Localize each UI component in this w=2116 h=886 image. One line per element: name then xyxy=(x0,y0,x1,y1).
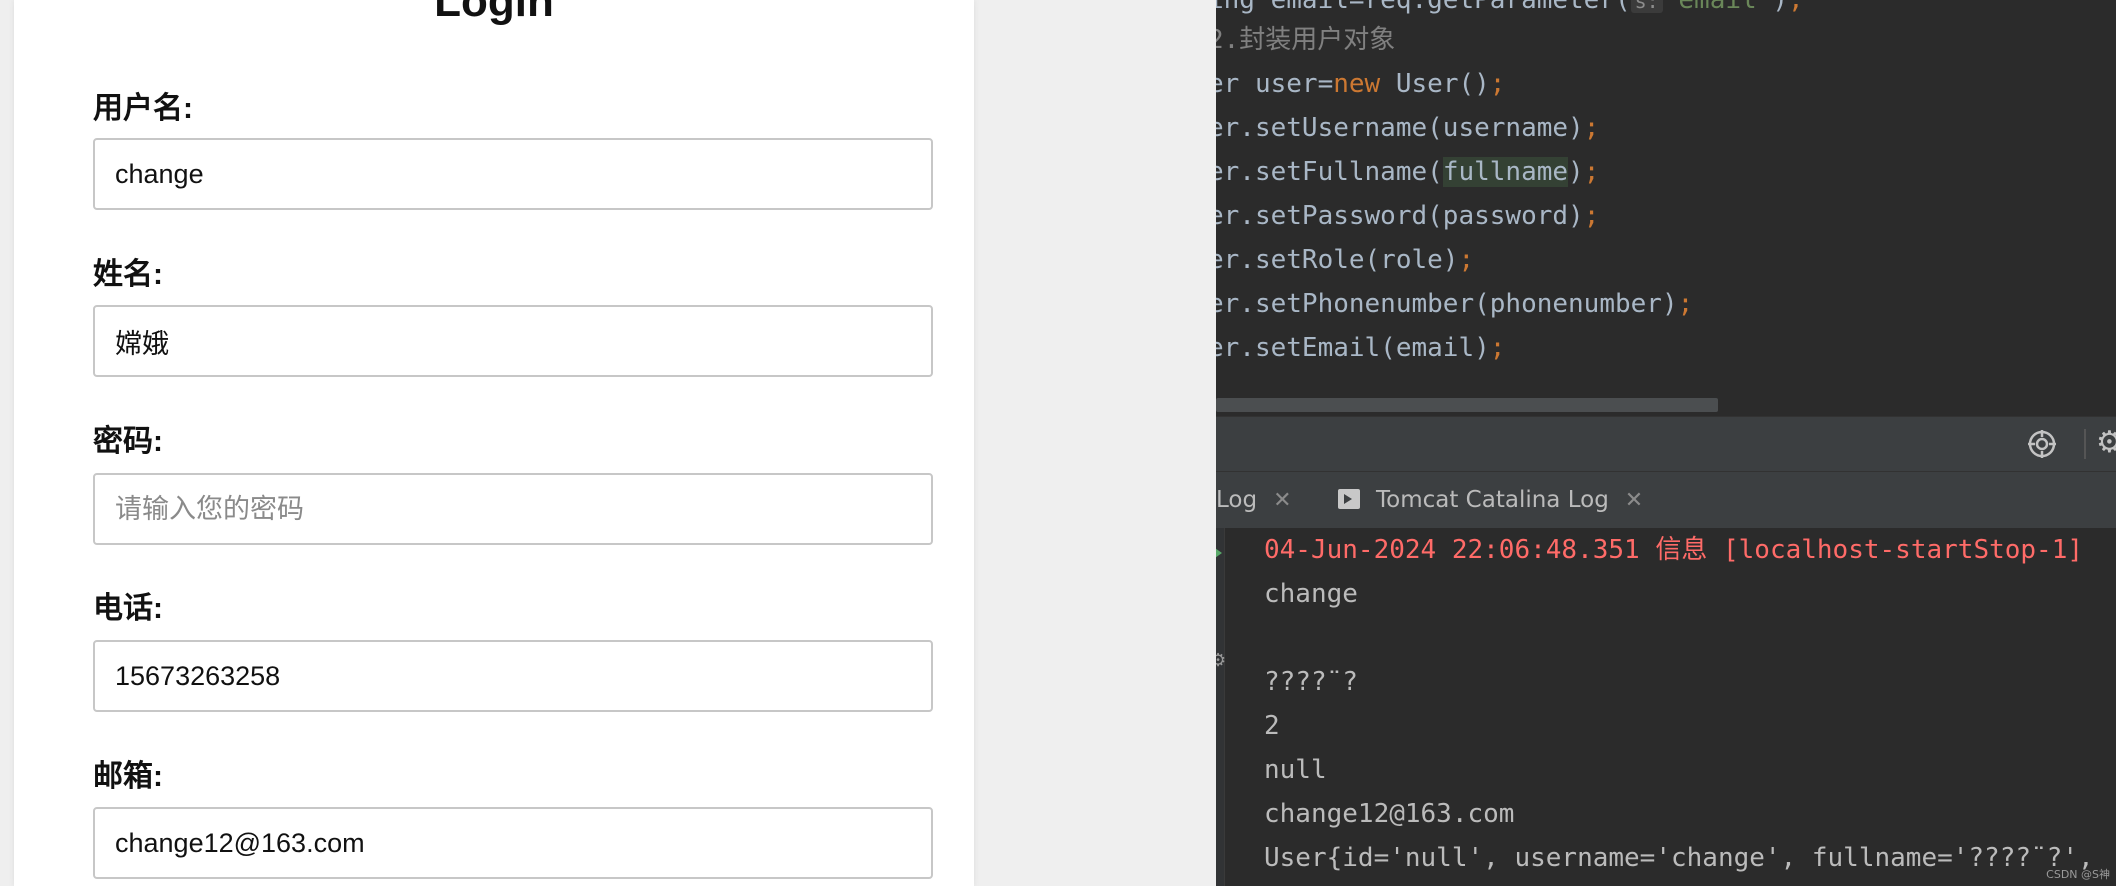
param-hint: s: xyxy=(1630,0,1663,13)
tab-tomcat-catalina-log[interactable]: Tomcat Catalina Log ✕ xyxy=(1338,472,1643,528)
console-line: change12@163.com xyxy=(1264,799,1515,829)
watermark: CSDN @S神 xyxy=(2046,868,2110,881)
login-form: Login 用户名: 姓名: 密码: 电话: 邮箱: xyxy=(14,0,974,886)
browser-background: Login 用户名: 姓名: 密码: 电话: 邮箱: xyxy=(0,0,1216,886)
console-line: change xyxy=(1264,579,1358,609)
username-label: 用户名: xyxy=(93,92,193,125)
console-icon xyxy=(1338,488,1360,509)
close-icon[interactable]: ✕ xyxy=(1273,488,1291,513)
code-text: er.setUsername(username) xyxy=(1216,113,1584,143)
toolbar-divider xyxy=(2084,429,2086,459)
semicolon: ; xyxy=(1458,245,1475,275)
log-tab-bar: Log ✕ Tomcat Catalina Log ✕ xyxy=(1216,472,2116,529)
gear-icon[interactable]: ⚙ xyxy=(2096,427,2116,459)
code-line: er user=new User(); xyxy=(1216,64,1505,104)
semicolon: ; xyxy=(1583,157,1600,187)
console-line: ????¨? xyxy=(1264,667,1358,697)
semicolon: ; xyxy=(1787,0,1804,15)
code-text: er.setEmail(email) xyxy=(1216,333,1490,363)
semicolon: ; xyxy=(1583,201,1600,231)
password-input[interactable] xyxy=(93,473,933,545)
code-text: er.setRole(role) xyxy=(1216,245,1459,275)
code-editor[interactable]: ing email=req.getParameter(s: "email"); 2… xyxy=(1216,0,2116,414)
keyword: new xyxy=(1333,69,1381,99)
code-text: er user= xyxy=(1216,69,1334,99)
code-text: User() xyxy=(1380,69,1490,99)
code-line: er.setPassword(password); xyxy=(1216,196,1599,236)
username-input[interactable] xyxy=(93,138,933,210)
code-text: ) xyxy=(1568,157,1584,187)
code-text: er.setFullname( xyxy=(1216,157,1443,187)
code-line: er.setUsername(username); xyxy=(1216,108,1599,148)
run-icon[interactable] xyxy=(1216,546,1222,560)
phone-input[interactable] xyxy=(93,640,933,712)
code-text: er.setPassword(password) xyxy=(1216,201,1584,231)
code-text: er.setPhonenumber(phonenumber) xyxy=(1216,289,1678,319)
console-output[interactable]: ⚙ 04-Jun-2024 22:06:48.351 信息 [localhost… xyxy=(1216,528,2116,886)
tab-label: Log xyxy=(1216,487,1258,513)
semicolon: ; xyxy=(1489,69,1506,99)
code-text: ing email=req.getParameter( xyxy=(1216,0,1631,15)
code-line: ing email=req.getParameter(s: "email"); xyxy=(1216,0,1804,20)
ide-window: ing email=req.getParameter(s: "email"); 2… xyxy=(1216,0,2116,886)
console-gutter xyxy=(1216,528,1225,886)
code-line: er.setEmail(email); xyxy=(1216,328,1505,368)
console-line: null xyxy=(1264,755,1327,785)
close-icon[interactable]: ✕ xyxy=(1625,488,1643,513)
wrench-icon[interactable]: ⚙ xyxy=(1216,650,1226,671)
code-line: er.setFullname(fullname); xyxy=(1216,152,1599,192)
target-icon[interactable] xyxy=(2027,429,2057,459)
console-line: User{id='null', username='change', fulln… xyxy=(1264,843,2094,873)
semicolon: ; xyxy=(1677,289,1694,319)
console-line: 04-Jun-2024 22:06:48.351 信息 [localhost-s… xyxy=(1264,535,2084,565)
code-comment: 2.封装用户对象 xyxy=(1216,25,1396,55)
tab-label: Tomcat Catalina Log xyxy=(1376,487,1609,513)
tab-log[interactable]: Log ✕ xyxy=(1216,472,1292,528)
password-label: 密码: xyxy=(93,425,163,458)
console-line: 2 xyxy=(1264,711,1280,741)
fullname-label: 姓名: xyxy=(93,258,163,291)
fullname-input[interactable] xyxy=(93,305,933,377)
highlighted-identifier: fullname xyxy=(1442,157,1569,187)
string-literal: "email" xyxy=(1662,0,1773,15)
code-line: er.setPhonenumber(phonenumber); xyxy=(1216,284,1693,324)
semicolon: ; xyxy=(1489,333,1506,363)
email-label: 邮箱: xyxy=(93,760,163,793)
tool-window-header: ⚙ xyxy=(1216,416,2116,472)
scrollbar-thumb[interactable] xyxy=(1216,398,1718,412)
form-title: Login xyxy=(434,0,554,26)
code-line: er.setRole(role); xyxy=(1216,240,1474,280)
phone-label: 电话: xyxy=(93,592,163,625)
code-text: ) xyxy=(1772,0,1788,15)
email-input[interactable] xyxy=(93,807,933,879)
semicolon: ; xyxy=(1583,113,1600,143)
